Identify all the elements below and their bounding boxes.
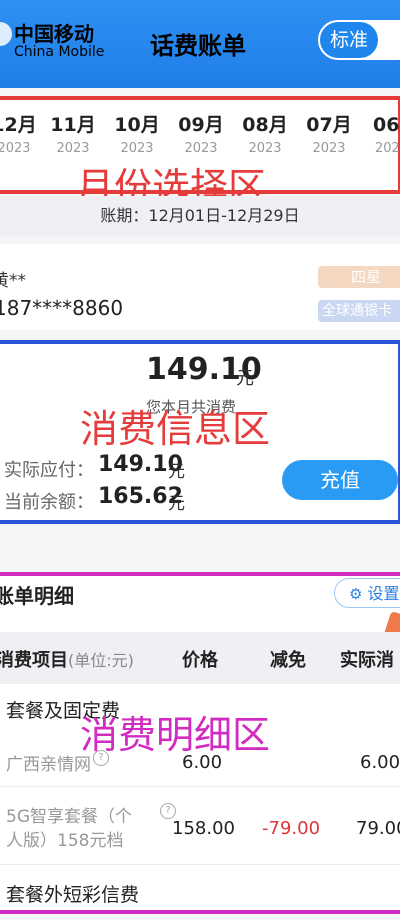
year-label: 2023 (0, 141, 31, 156)
month-tab-06[interactable]: 06月 2023 (361, 110, 400, 156)
user-name: 黄** (0, 271, 26, 291)
month-label: 08月 (242, 114, 288, 136)
year-label: 2023 (120, 141, 154, 156)
member-tier-badge: 全球通银卡 (318, 300, 400, 322)
month-label: 06月 (373, 114, 400, 136)
col-item-unit: (单位:元) (68, 651, 134, 670)
month-label: 12月 (0, 114, 37, 136)
recharge-button[interactable]: 充值 (282, 460, 398, 500)
row-divider (0, 786, 400, 787)
user-phone: 187****8860 (0, 296, 124, 320)
row-actual: 6.00 (360, 752, 400, 773)
settings-label: 设置 (367, 584, 400, 603)
col-discount-header: 减免 (270, 650, 306, 671)
col-item-label: 消费项目 (0, 650, 68, 671)
col-actual-header: 实际消 (340, 650, 394, 671)
month-label: 09月 (178, 114, 224, 136)
page-title: 话费账单 (150, 32, 246, 60)
row-name-5g-line1: 5G智享套餐（个 (6, 807, 132, 827)
billing-period: 账期：12月01日-12月29日 (0, 196, 400, 236)
settings-button[interactable]: ⚙ 设置 (334, 578, 400, 608)
year-label: 2023 (184, 141, 218, 156)
total-unit: 元 (236, 368, 254, 389)
logo-text-cn: 中国移动 (14, 22, 94, 46)
month-tab-12[interactable]: 12月 2023 (0, 110, 46, 156)
payable-label: 实际应付： (4, 460, 94, 481)
month-tab-07[interactable]: 07月 2023 (297, 110, 361, 156)
year-label: 2023 (375, 141, 400, 156)
row-name-family-network: 广西亲情网? (6, 750, 109, 775)
detail-title: 账单明细 (0, 584, 74, 608)
logo-text-en: China Mobile (14, 44, 105, 60)
annotation-consume-area: 消费信息区 (80, 407, 271, 451)
col-price-header: 价格 (182, 650, 218, 671)
month-label: 10月 (114, 114, 160, 136)
balance-unit: 元 (168, 494, 185, 514)
row-price: 6.00 (182, 752, 223, 773)
year-label: 2023 (248, 141, 282, 156)
row-discount: -79.00 (262, 818, 321, 839)
mode-standard-option[interactable]: 标准 (320, 22, 378, 58)
star-level-badge: 四星 (318, 266, 400, 288)
help-icon[interactable]: ? (160, 803, 176, 819)
month-tab-11[interactable]: 11月 2023 (41, 110, 105, 156)
gear-icon: ⚙ (349, 585, 363, 603)
year-label: 2023 (312, 141, 346, 156)
row-price: 158.00 (172, 818, 235, 839)
month-tab-08[interactable]: 08月 2023 (233, 110, 297, 156)
col-item-header: 消费项目(单位:元) (0, 646, 134, 672)
month-tab-10[interactable]: 10月 2023 (105, 110, 169, 156)
balance-label: 当前余额： (4, 492, 94, 513)
group-extra-sms: 套餐外短彩信费 (6, 884, 140, 906)
row-divider (0, 864, 400, 865)
month-label: 07月 (306, 114, 352, 136)
payable-unit: 元 (168, 462, 185, 482)
row-name-label: 广西亲情网 (6, 755, 91, 775)
year-label: 2023 (56, 141, 90, 156)
row-name-5g-line2: 人版）158元档 (6, 831, 124, 851)
row-actual: 79.00 (356, 818, 400, 839)
help-icon[interactable]: ? (93, 750, 109, 766)
month-label: 11月 (50, 114, 96, 136)
month-tab-09[interactable]: 09月 2023 (169, 110, 233, 156)
